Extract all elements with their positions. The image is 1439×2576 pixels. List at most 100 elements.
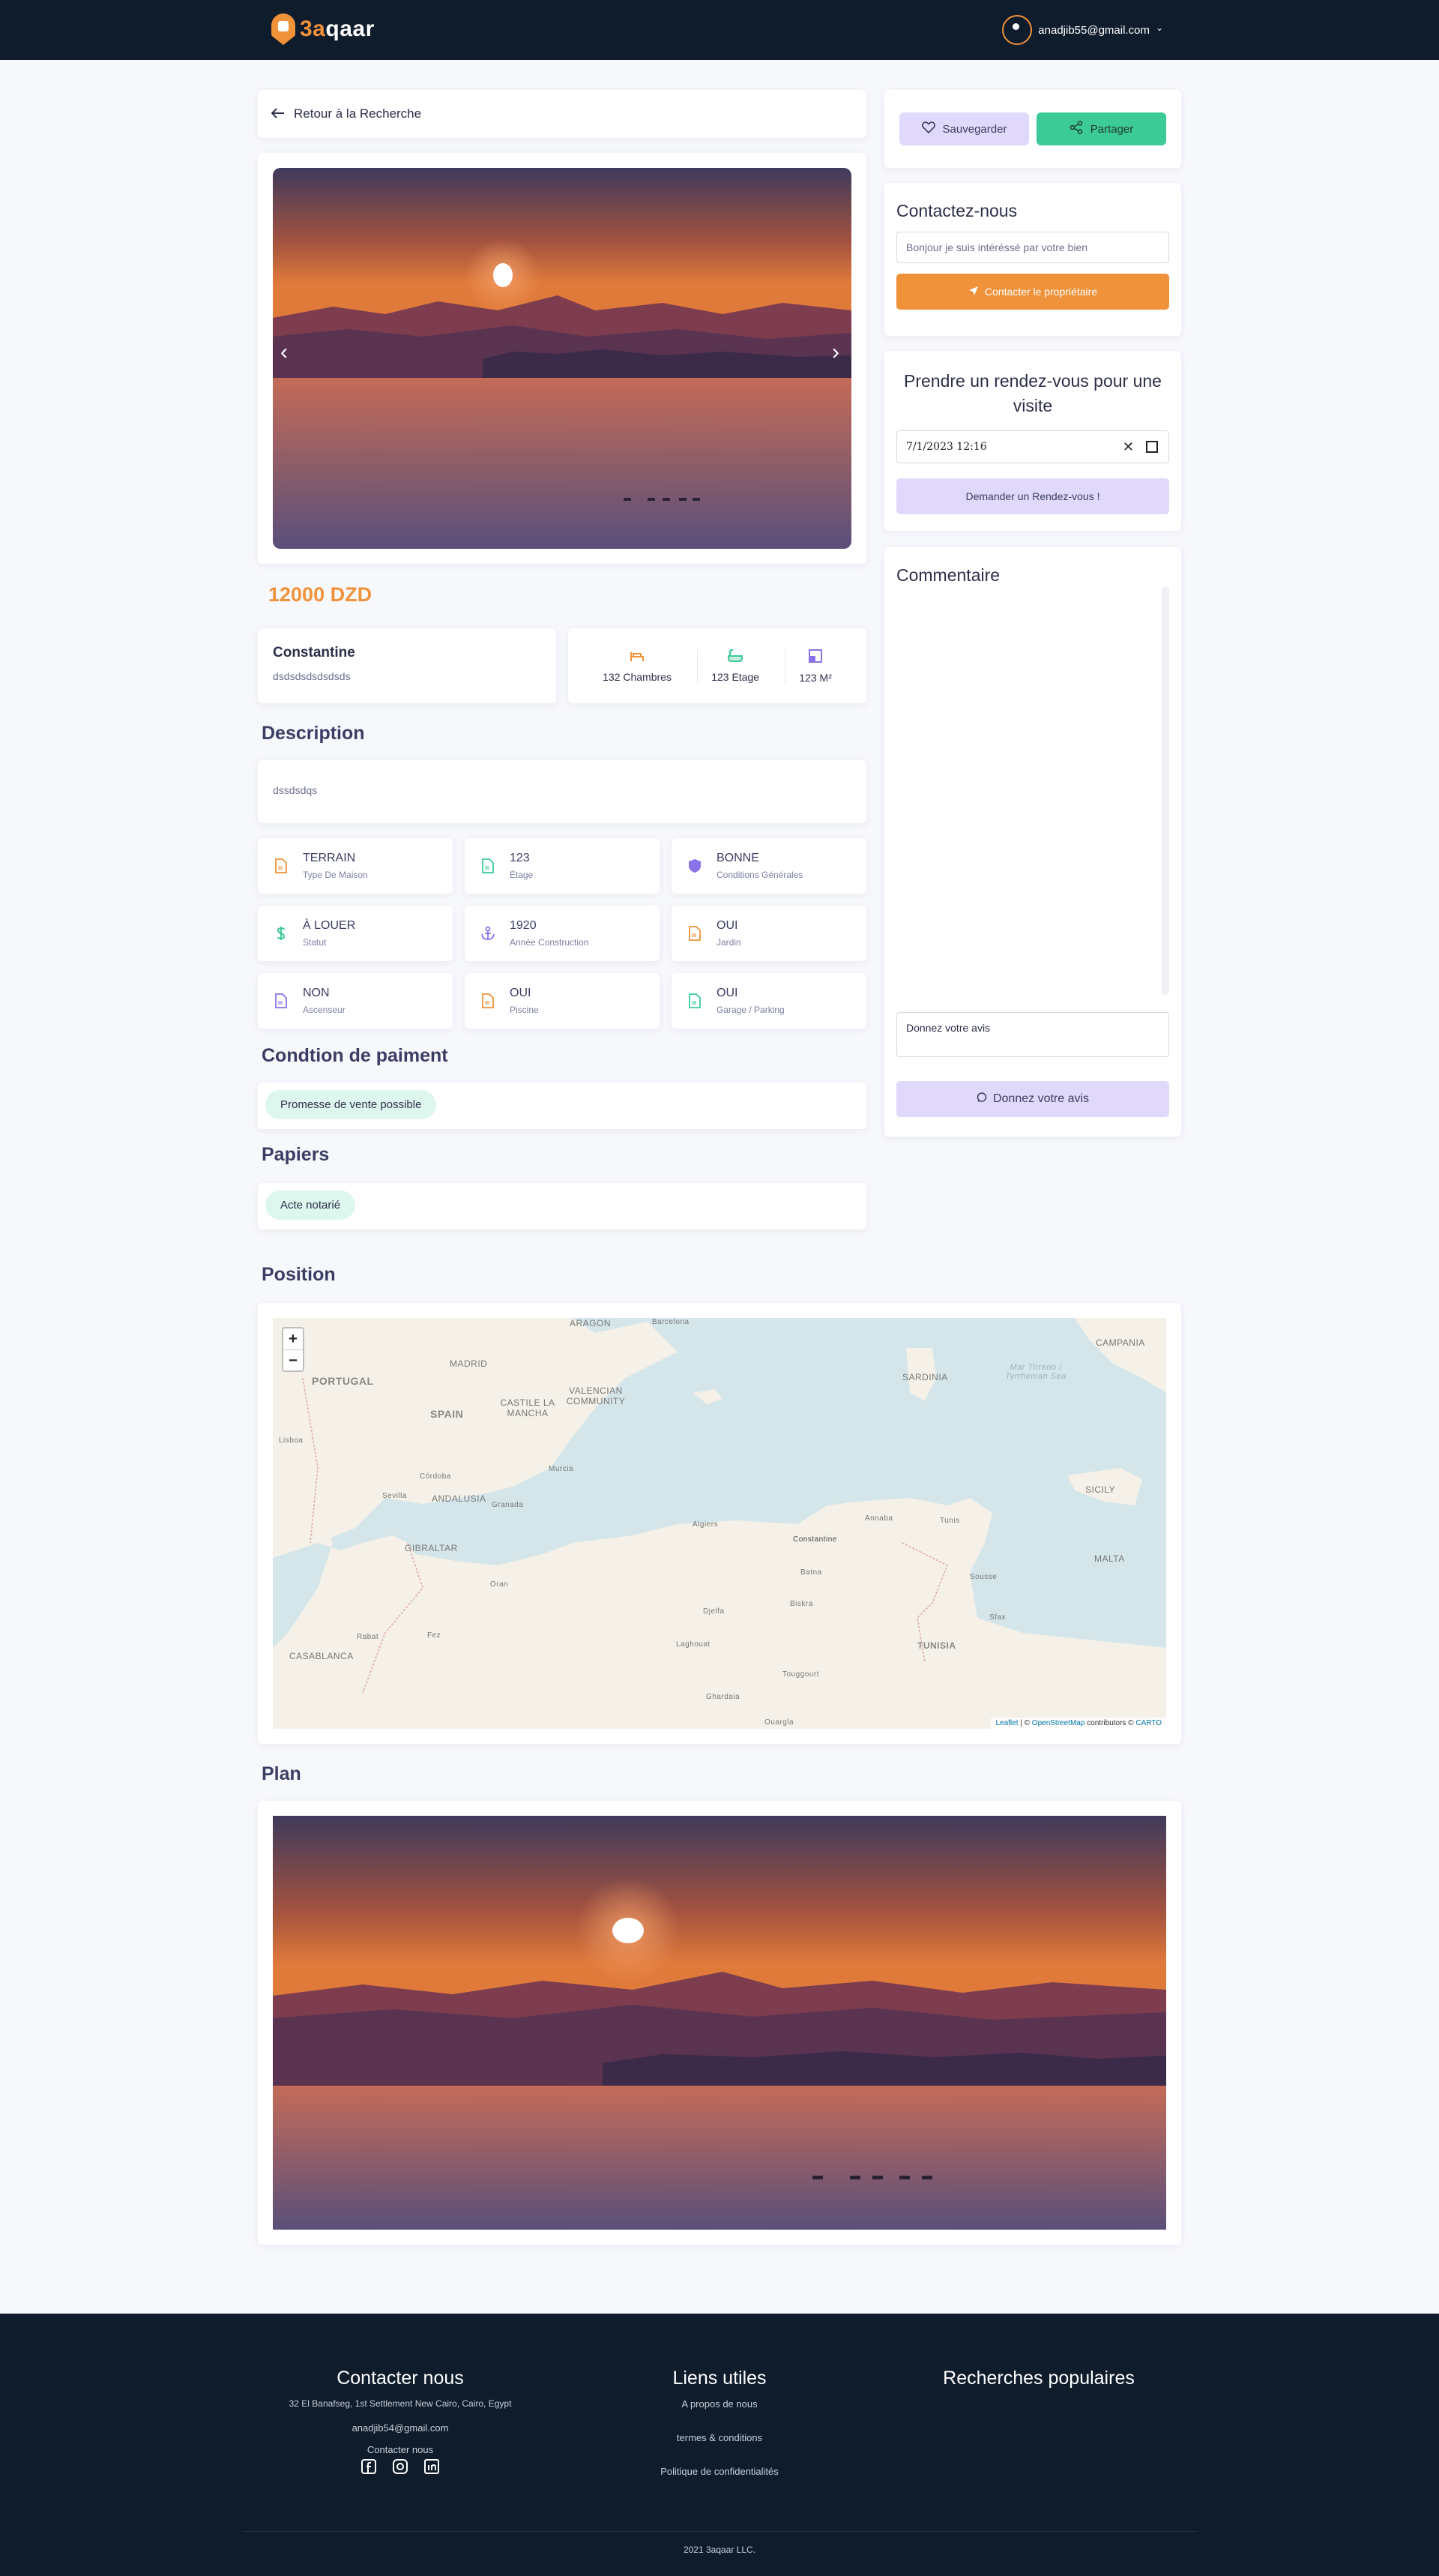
- feature-card: 123 Étage: [465, 838, 660, 894]
- map-label-batna: Batna: [800, 1568, 822, 1577]
- facebook-icon[interactable]: [360, 2458, 377, 2475]
- map-label-tunisia: TUNISIA: [917, 1640, 956, 1651]
- city: Constantine: [273, 645, 355, 660]
- feature-value: 1920: [510, 919, 537, 932]
- contact-owner-button[interactable]: Contacter le propriétaire: [896, 274, 1169, 310]
- linkedin-icon[interactable]: [423, 2458, 440, 2475]
- share-button[interactable]: Partager: [1037, 112, 1166, 145]
- link-privacy[interactable]: Politique de confidentialités: [577, 2466, 862, 2477]
- bed-icon: [630, 649, 645, 665]
- map-label-sardinia: SARDINIA: [902, 1372, 948, 1382]
- map-attribution: Leaflet | © OpenStreetMap contributors ©…: [991, 1718, 1166, 1729]
- shield-icon: [687, 858, 703, 874]
- gallery-next-button[interactable]: ›: [824, 337, 847, 367]
- map-label-madrid: MADRID: [450, 1358, 488, 1369]
- feature-label: Piscine: [510, 1005, 539, 1015]
- feature-value: 123: [510, 852, 530, 864]
- feature-value: OUI: [717, 987, 738, 999]
- gallery-image: [273, 168, 851, 549]
- user-menu[interactable]: anadjib55@gmail.com ⌄: [1002, 15, 1163, 45]
- bath-icon: [727, 648, 743, 665]
- map-label-andalusia: ANDALUSIA: [432, 1493, 486, 1504]
- datetime-input[interactable]: 7/1/2023 12:16 ✕: [896, 430, 1169, 463]
- photo-gallery: ‹ ›: [258, 153, 866, 564]
- map-label-portugal: PORTUGAL: [312, 1375, 374, 1387]
- feature-card: À LOUER Statut: [258, 906, 453, 961]
- map-label-campania: CAMPANIA: [1096, 1337, 1145, 1348]
- carto-link[interactable]: CARTO: [1135, 1719, 1162, 1727]
- map-label-sousse: Sousse: [970, 1573, 998, 1581]
- request-appointment-button[interactable]: Demander un Rendez-vous !: [896, 478, 1169, 514]
- feature-label: Jardin: [717, 937, 741, 948]
- feature-label: Garage / Parking: [717, 1005, 785, 1015]
- map-label-biskra: Biskra: [790, 1600, 813, 1608]
- stat-area: 123 M²: [785, 648, 845, 684]
- zoom-out-button[interactable]: −: [283, 1349, 303, 1370]
- instagram-icon[interactable]: [392, 2458, 408, 2475]
- description-text: dssdsdqs: [273, 784, 318, 796]
- user-email: anadjib55@gmail.com: [1038, 23, 1150, 37]
- map-label-sfax: Sfax: [989, 1613, 1007, 1622]
- logo[interactable]: 3aqaar: [271, 13, 375, 45]
- stats-card: 132 Chambres 123 Etage 123 M²: [568, 628, 866, 703]
- feature-card: OUI Piscine: [465, 973, 660, 1029]
- map-label-sicily: SICILY: [1085, 1484, 1116, 1495]
- calendar-icon[interactable]: [1146, 441, 1158, 453]
- map-label-spain: SPAIN: [430, 1408, 464, 1420]
- payment-chip: Promesse de vente possible: [265, 1090, 437, 1119]
- appointment-card: Prendre un rendez-vous pour une visite 7…: [884, 351, 1181, 531]
- feature-value: OUI: [717, 919, 738, 932]
- feature-value: NON: [303, 987, 330, 999]
- feature-label: Étage: [510, 870, 534, 880]
- social-links: [258, 2458, 543, 2475]
- save-button[interactable]: Sauvegarder: [899, 112, 1029, 145]
- document-icon: [687, 993, 703, 1009]
- map-label-gibraltar: GIBRALTAR: [405, 1543, 458, 1553]
- clear-icon[interactable]: ✕: [1123, 439, 1134, 455]
- feature-value: BONNE: [717, 852, 759, 864]
- arrow-left-icon: [271, 106, 285, 123]
- map-label-fez: Fez: [427, 1631, 441, 1640]
- feature-label: Type De Maison: [303, 870, 368, 880]
- payment-card: Promesse de vente possible: [258, 1083, 866, 1129]
- contact-message-input[interactable]: Bonjour je suis intéréssé par votre bien: [896, 232, 1169, 263]
- anchor-icon: [480, 925, 496, 942]
- map-label-castilla: CASTILE LA MANCHA: [500, 1397, 555, 1418]
- link-about[interactable]: A propos de nous: [577, 2398, 862, 2410]
- share-icon: [1070, 121, 1083, 137]
- map-label-ghardaia: Ghardaia: [706, 1693, 740, 1701]
- contact-title: Contactez-nous: [896, 201, 1018, 220]
- map[interactable]: PORTUGAL SPAIN MADRID ARAGON Barcelona C…: [273, 1318, 1166, 1729]
- gallery-prev-button[interactable]: ‹: [273, 337, 295, 367]
- map-label-aragon: ARAGON: [570, 1318, 612, 1328]
- feature-label: Statut: [303, 937, 327, 948]
- feature-value: TERRAIN: [303, 852, 356, 864]
- avatar[interactable]: [1002, 15, 1033, 45]
- osm-link[interactable]: OpenStreetMap: [1032, 1719, 1085, 1727]
- footer-contact-link[interactable]: Contacter nous: [258, 2444, 543, 2455]
- feature-card: TERRAIN Type De Maison: [258, 838, 453, 894]
- zoom-in-button[interactable]: +: [283, 1328, 303, 1349]
- feature-value: À LOUER: [303, 919, 356, 932]
- footer-links-title: Liens utiles: [672, 2368, 767, 2389]
- submit-comment-button[interactable]: Donnez votre avis: [896, 1081, 1169, 1117]
- map-label-malta: MALTA: [1094, 1553, 1125, 1564]
- feature-value: OUI: [510, 987, 531, 999]
- footer-address: 32 El Banafseg, 1st Settlement New Cairo…: [289, 2398, 512, 2409]
- map-label-tyrrhenian: Mar Tirreno / Tyrrhenian Sea: [1005, 1363, 1067, 1381]
- comments-scrollbar[interactable]: [1162, 586, 1169, 995]
- contact-card: Contactez-nous Bonjour je suis intéréssé…: [884, 183, 1181, 336]
- appointment-title: Prendre un rendez-vous pour une visite: [904, 371, 1162, 415]
- footer-email[interactable]: anadjib54@gmail.com: [258, 2422, 543, 2434]
- map-label-djelfa: Djelfa: [703, 1607, 725, 1616]
- link-terms[interactable]: termes & conditions: [577, 2432, 862, 2443]
- plan-card: [258, 1801, 1181, 2245]
- location-card: Constantine dsdsdsdsdsdsds: [258, 628, 556, 703]
- map-label-constantine: Constantine: [793, 1535, 837, 1544]
- leaflet-link[interactable]: Leaflet: [995, 1719, 1018, 1727]
- comment-textarea[interactable]: Donnez votre avis: [896, 1012, 1169, 1057]
- map-label-rabat: Rabat: [357, 1633, 379, 1641]
- papers-title: Papiers: [262, 1144, 330, 1165]
- map-label-touggourt: Touggourt: [782, 1670, 819, 1679]
- back-to-search-link[interactable]: Retour à la Recherche: [258, 90, 866, 138]
